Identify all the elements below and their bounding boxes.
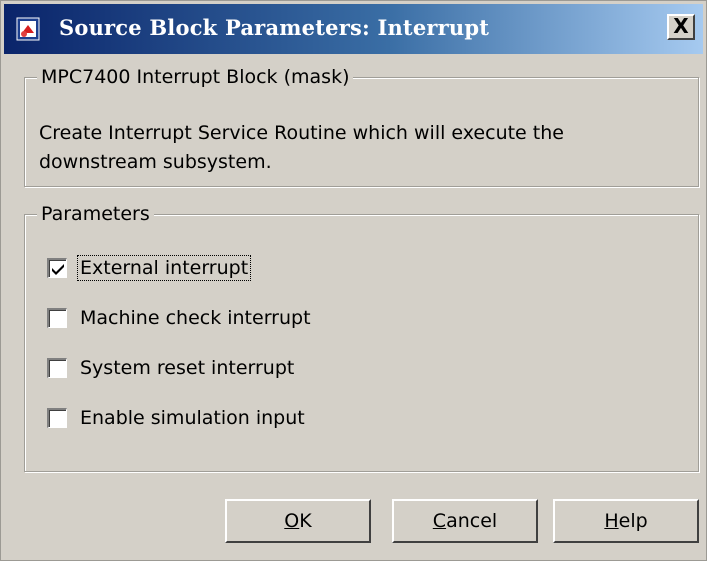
checkbox-label: External interrupt xyxy=(76,255,252,281)
checkbox-box[interactable] xyxy=(47,408,67,428)
checkbox-external-interrupt[interactable]: External interrupt xyxy=(47,253,252,283)
checkbox-box[interactable] xyxy=(47,358,67,378)
ok-button[interactable]: OK xyxy=(225,499,371,543)
checkmark-icon xyxy=(52,264,64,275)
close-button[interactable]: X xyxy=(667,14,695,40)
simulink-block-icon xyxy=(16,17,40,41)
help-label-rest: elp xyxy=(618,510,648,532)
checkbox-enable-simulation-input[interactable]: Enable simulation input xyxy=(47,403,307,433)
checkbox-label: Enable simulation input xyxy=(80,407,305,429)
title-bar[interactable]: Source Block Parameters: Interrupt X xyxy=(4,4,703,54)
help-mnemonic: H xyxy=(604,510,619,532)
checkbox-machine-check-interrupt[interactable]: Machine check interrupt xyxy=(47,303,313,333)
window-title: Source Block Parameters: Interrupt xyxy=(59,15,490,40)
help-button[interactable]: Help xyxy=(553,499,699,543)
checkbox-label: System reset interrupt xyxy=(80,357,295,379)
checkbox-label: Machine check interrupt xyxy=(80,307,311,329)
mask-description: Create Interrupt Service Routine which w… xyxy=(39,122,564,173)
dialog-window: Source Block Parameters: Interrupt X MPC… xyxy=(0,0,707,561)
checkbox-system-reset-interrupt[interactable]: System reset interrupt xyxy=(47,353,296,383)
mask-group-legend: MPC7400 Interrupt Block (mask) xyxy=(37,66,354,88)
parameters-legend: Parameters xyxy=(37,203,154,225)
checkbox-box[interactable] xyxy=(47,258,67,278)
checkbox-box[interactable] xyxy=(47,308,67,328)
cancel-label-rest: ancel xyxy=(446,510,498,532)
mask-description-group: MPC7400 Interrupt Block (mask) Create In… xyxy=(24,66,699,187)
cancel-button[interactable]: Cancel xyxy=(392,499,538,543)
ok-mnemonic: O xyxy=(284,510,300,532)
parameters-group: Parameters External interrupt Machine ch… xyxy=(24,203,699,472)
cancel-mnemonic: C xyxy=(432,510,447,532)
ok-label-rest: K xyxy=(299,510,312,532)
